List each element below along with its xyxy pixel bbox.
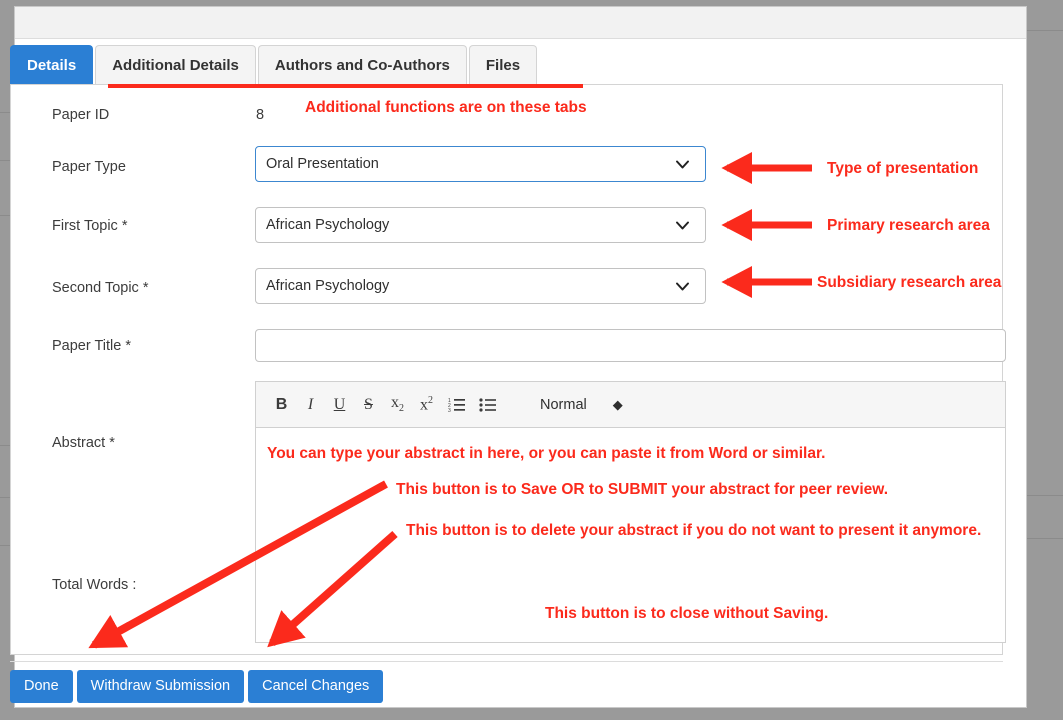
- abstract-label: Abstract *: [52, 435, 115, 451]
- tab-bar: Details Additional Details Authors and C…: [10, 40, 538, 84]
- tab-details-label: Details: [27, 57, 77, 74]
- superscript-base: x: [420, 396, 428, 414]
- withdraw-submission-button[interactable]: Withdraw Submission: [76, 670, 245, 703]
- second-topic-label: Second Topic *: [52, 280, 149, 296]
- format-dropdown[interactable]: Normal: [540, 397, 587, 413]
- tab-additional-details[interactable]: Additional Details: [95, 45, 256, 84]
- paper-type-label: Paper Type: [52, 159, 126, 175]
- tab-authors-and-co-authors-label: Authors and Co-Authors: [274, 57, 450, 74]
- tab-files-label: Files: [485, 57, 521, 74]
- ordered-list-icon[interactable]: 1 2 3: [448, 397, 465, 414]
- underline-button[interactable]: U: [332, 396, 347, 413]
- paper-id-label: Paper ID: [52, 107, 110, 123]
- modal-header: [15, 7, 1026, 39]
- paper-type-select[interactable]: Oral Presentation: [255, 146, 706, 182]
- up-down-stepper-icon[interactable]: ◆: [613, 398, 623, 411]
- paper-title-label: Paper Title *: [52, 338, 131, 354]
- first-topic-value: African Psychology: [266, 217, 390, 233]
- cancel-changes-button[interactable]: Cancel Changes: [248, 670, 384, 703]
- abstract-editor-body[interactable]: [256, 428, 1005, 642]
- superscript-button[interactable]: x2: [419, 394, 434, 414]
- tab-additional-details-label: Additional Details: [112, 57, 239, 74]
- abstract-editor: B I U S x2 x2 1 2 3 Normal ◆: [255, 381, 1006, 643]
- first-topic-label: First Topic *: [52, 218, 128, 234]
- tab-details[interactable]: Details: [10, 45, 94, 84]
- chevron-down-icon: [674, 278, 691, 295]
- bold-button[interactable]: B: [274, 396, 289, 413]
- bullet-list-icon[interactable]: [479, 397, 496, 412]
- second-topic-value: African Psychology: [266, 278, 390, 294]
- paper-title-input[interactable]: [255, 329, 1006, 362]
- subscript-base: x: [391, 393, 399, 411]
- superscript-mark: 2: [428, 394, 433, 406]
- chevron-down-icon: [674, 156, 691, 173]
- italic-button[interactable]: I: [303, 396, 318, 413]
- subscript-mark: 2: [399, 403, 404, 415]
- subscript-button[interactable]: x2: [390, 393, 405, 415]
- editor-toolbar: B I U S x2 x2 1 2 3 Normal ◆: [256, 382, 1005, 428]
- chevron-down-icon: [674, 217, 691, 234]
- second-topic-select[interactable]: African Psychology: [255, 268, 706, 304]
- paper-id-value: 8: [256, 107, 265, 123]
- modal-footer: Done Withdraw Submission Cancel Changes: [10, 661, 1003, 703]
- total-words-label: Total Words :: [52, 577, 137, 593]
- paper-type-value: Oral Presentation: [266, 156, 379, 172]
- tab-files[interactable]: Files: [468, 45, 538, 84]
- first-topic-select[interactable]: African Psychology: [255, 207, 706, 243]
- strikethrough-button[interactable]: S: [361, 396, 376, 413]
- done-button[interactable]: Done: [10, 670, 73, 703]
- tab-authors-and-co-authors[interactable]: Authors and Co-Authors: [257, 45, 467, 84]
- screenshot-root: Details Additional Details Authors and C…: [0, 0, 1063, 720]
- svg-text:3: 3: [448, 408, 451, 412]
